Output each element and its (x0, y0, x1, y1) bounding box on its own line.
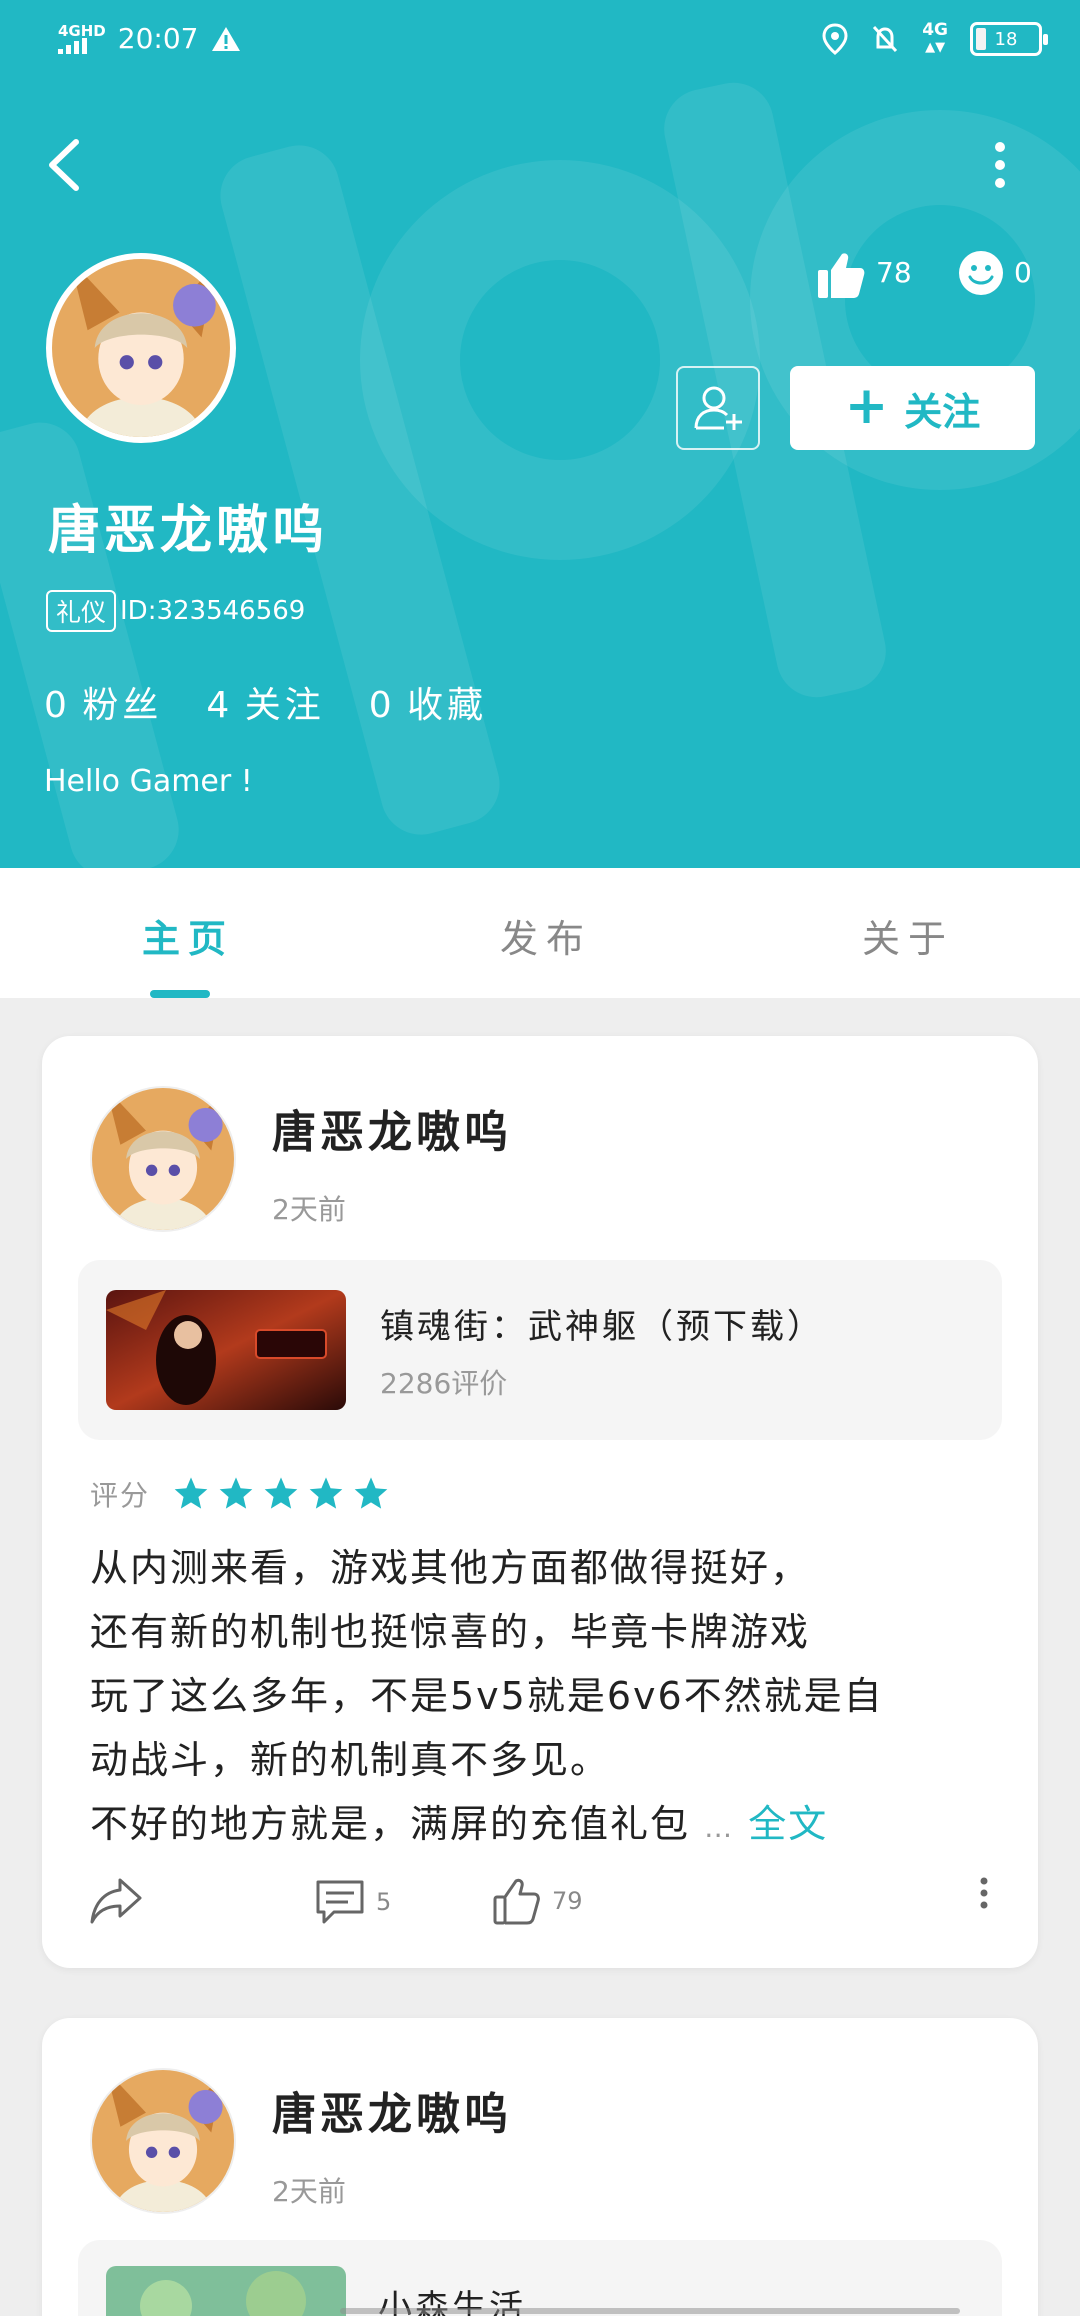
review-line: 玩了这么多年，不是5v5就是6v6不然就是自 (90, 1674, 884, 1718)
like-count: 79 (552, 1887, 583, 1915)
review-text[interactable]: 从内测来看，游戏其他方面都做得挺好， 还有新的机制也挺惊喜的，毕竟卡牌游戏 玩了… (90, 1536, 990, 1860)
like-button[interactable]: 79 (492, 1876, 583, 1926)
star-icon (264, 1477, 298, 1509)
more-options-button[interactable] (982, 140, 1018, 190)
profile-counts: 0 粉丝 4 关注 0 收藏 (44, 676, 487, 728)
following-stat[interactable]: 4 关注 (206, 676, 324, 728)
post-actions: 5 79 (88, 1876, 1008, 1936)
more-vertical-icon (980, 1877, 988, 1909)
read-more-link[interactable]: 全文 (748, 1802, 828, 1846)
game-thumbnail (106, 2266, 346, 2316)
profile-header: 4GHD 20:07 4G ▲▼ 18 78 0 + 关注 唐恶龙嗷呜 礼仪 I… (0, 0, 1080, 868)
post-author[interactable]: 唐恶龙嗷呜 (272, 1096, 512, 1160)
post-header: 唐恶龙嗷呜 2天前 (90, 1086, 512, 1232)
star-icon (219, 1477, 253, 1509)
network-type: 4GHD (58, 21, 106, 40)
author-avatar[interactable] (90, 1086, 236, 1232)
avatar-image (52, 259, 230, 437)
review-line: 不好的地方就是，满屏的充值礼包 … 全文 (90, 1802, 829, 1846)
signal-indicator: 4GHD (58, 21, 106, 54)
chevron-left-icon (49, 139, 79, 191)
author-avatar[interactable] (90, 2068, 236, 2214)
comment-count: 5 (376, 1888, 392, 1916)
star-icon (174, 1477, 208, 1509)
status-bar: 4GHD 20:07 4G ▲▼ 18 (0, 0, 1080, 84)
profile-reactions[interactable]: 0 (958, 250, 1032, 296)
rating-row: 评分 (90, 1474, 390, 1514)
post-author[interactable]: 唐恶龙嗷呜 (272, 2078, 512, 2142)
profile-id-row: 礼仪 ID:323546569 (46, 590, 305, 632)
add-friend-button[interactable] (676, 366, 760, 450)
post-time: 2天前 (272, 2175, 346, 2208)
more-vertical-icon (995, 142, 1005, 188)
favorites-stat[interactable]: 0 收藏 (369, 676, 487, 728)
review-line: 动战斗，新的机制真不多见。 (90, 1738, 611, 1782)
mute-bell-icon (873, 25, 898, 53)
rating-label: 评分 (90, 1479, 151, 1512)
fans-stat[interactable]: 0 粉丝 (44, 676, 162, 728)
smile-icon (959, 251, 1003, 295)
tab-about[interactable]: 关于 (862, 908, 954, 963)
user-id: ID:323546569 (120, 596, 306, 626)
thumbs-up-icon (818, 253, 865, 298)
profile-avatar[interactable] (46, 253, 236, 443)
star-icon (354, 1477, 388, 1509)
profile-tabs: 主页 发布 关于 (0, 868, 1080, 998)
plus-icon: + (844, 376, 889, 436)
location-icon (822, 23, 848, 55)
home-indicator (340, 2308, 960, 2314)
game-link[interactable]: 小森生活 (78, 2240, 1002, 2316)
game-review-count: 2286评价 (380, 1366, 508, 1400)
avatar-image (92, 1088, 234, 1230)
star-icon (309, 1477, 343, 1509)
game-link[interactable]: 镇魂街：武神躯（预下载） 2286评价 (78, 1260, 1002, 1440)
avatar-image (92, 2070, 234, 2212)
comment-icon (316, 1880, 364, 1924)
thumbs-up-outline-icon (493, 1878, 540, 1925)
battery-icon: 18 (970, 22, 1048, 56)
follow-label: 关注 (904, 389, 981, 434)
add-user-icon (694, 386, 742, 430)
follow-button[interactable]: + 关注 (790, 366, 1035, 450)
profile-likes[interactable]: 78 (816, 250, 912, 300)
warning-icon (212, 26, 241, 51)
tab-posts[interactable]: 发布 (500, 908, 592, 963)
post-more-button[interactable] (976, 1876, 992, 1910)
tab-home[interactable]: 主页 (142, 908, 234, 963)
post-card[interactable]: 唐恶龙嗷呜 2天前 镇魂街：武神躯（预下载） 2286评价 评分 从内测来看，游… (42, 1036, 1038, 1968)
share-button[interactable] (88, 1876, 144, 1926)
post-time: 2天前 (272, 1193, 346, 1226)
profile-bio: Hello Gamer ! (44, 764, 253, 799)
post-header: 唐恶龙嗷呜 2天前 (90, 2068, 512, 2214)
star-rating (172, 1475, 390, 1513)
review-line: 还有新的机制也挺惊喜的，毕竟卡牌游戏 (90, 1610, 811, 1654)
comment-button[interactable]: 5 (314, 1876, 391, 1928)
network-4g-icon: 4G ▲▼ (922, 20, 948, 56)
etiquette-badge[interactable]: 礼仪 (46, 590, 117, 632)
signal-bars-icon (58, 37, 106, 54)
share-icon (90, 1878, 142, 1924)
game-title: 镇魂街：武神躯（预下载） (380, 1306, 824, 1347)
likes-count: 78 (876, 256, 912, 289)
tab-indicator (150, 990, 210, 998)
review-line: 从内测来看，游戏其他方面都做得挺好， (90, 1546, 811, 1590)
back-button[interactable] (40, 130, 90, 200)
clock: 20:07 (117, 22, 199, 55)
profile-username: 唐恶龙嗷呜 (48, 501, 329, 561)
game-thumbnail (106, 1290, 346, 1410)
reactions-count: 0 (1014, 256, 1032, 289)
post-card[interactable]: 唐恶龙嗷呜 2天前 小森生活 (42, 2018, 1038, 2316)
